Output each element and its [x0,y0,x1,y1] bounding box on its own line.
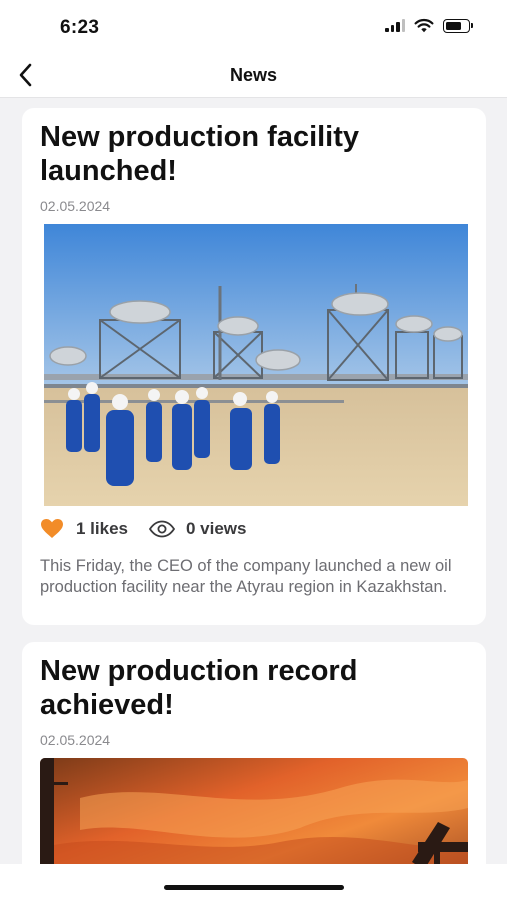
like-button[interactable]: 1 likes [40,518,128,539]
news-stats: 1 likes 0 views [40,518,247,539]
page-title: News [229,65,278,85]
views-count: 0 views [186,518,247,538]
views-counter: 0 views [148,519,247,539]
cellular-signal-icon [385,19,405,32]
heart-icon [41,519,63,538]
news-date: 02.05.2024 [40,198,111,214]
news-image [44,224,468,506]
news-title: New production record achieved! [40,655,358,721]
home-bar [0,864,507,900]
news-image [40,758,468,864]
news-card[interactable]: New production record achieved! 02.05.20… [22,642,486,864]
status-time: 6:23 [60,17,100,38]
wifi-icon [414,18,434,33]
status-bar: 6:23 [0,0,507,52]
nav-bar: News [0,52,507,98]
news-title: New production facility launched! [40,121,360,187]
status-icons [385,18,473,33]
news-body: This Friday, the CEO of the company laun… [40,557,452,596]
news-date: 02.05.2024 [40,732,111,748]
eye-icon [148,520,176,537]
news-feed[interactable]: New production facility launched! 02.05.… [0,99,507,864]
battery-icon [443,18,473,33]
likes-count: 1 likes [76,518,128,538]
news-card[interactable]: New production facility launched! 02.05.… [22,108,486,625]
home-indicator[interactable] [164,885,344,890]
